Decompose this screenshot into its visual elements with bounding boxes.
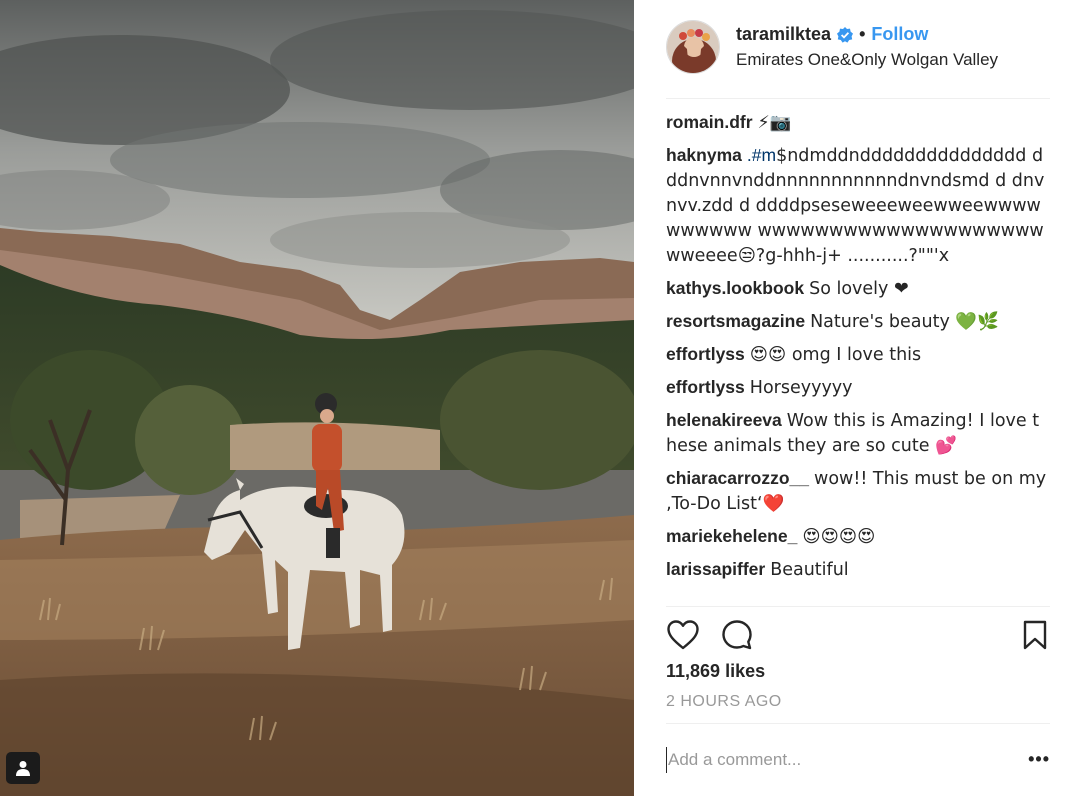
comment-text: ⚡📷 — [757, 113, 792, 133]
comment-text: 😍😍😍😍 — [802, 527, 876, 547]
post-location[interactable]: Emirates One&Only Wolgan Valley — [736, 50, 998, 70]
comment-author[interactable]: effortlyss — [666, 344, 745, 364]
comment-author[interactable]: resortsmagazine — [666, 311, 805, 331]
tagged-user-icon[interactable] — [6, 752, 40, 784]
comment-author[interactable]: helenakireeva — [666, 410, 782, 430]
comment-text: Horseyyyyy — [749, 378, 853, 398]
comment-item: resortsmagazine Nature's beauty 💚🌿 — [666, 309, 1050, 334]
more-options-button[interactable]: ••• — [1028, 749, 1050, 770]
post-timestamp[interactable]: 2 HOURS AGO — [666, 693, 782, 711]
header-divider — [666, 98, 1050, 99]
comment-item: haknyma .#m$ndmddnddddddddddddddd dddnvnn… — [666, 143, 1050, 268]
photo-scene — [0, 0, 634, 796]
comments-divider — [666, 606, 1050, 607]
comment-author[interactable]: haknyma — [666, 145, 742, 165]
comment-item: chiaracarrozzo__ wow!! This must be on my… — [666, 466, 1050, 516]
comment-item: romain.dfr ⚡📷 — [666, 110, 1050, 135]
avatar[interactable] — [666, 20, 720, 74]
comment-item: mariekehelene_ 😍😍😍😍 — [666, 524, 1050, 549]
post-photo[interactable] — [0, 0, 634, 796]
comment-bubble-icon[interactable] — [720, 618, 754, 652]
action-bar — [666, 618, 1050, 658]
likes-count[interactable]: 11,869 likes — [666, 661, 765, 682]
comment-item: kathys.lookbook So lovely ❤ — [666, 276, 1050, 301]
heart-icon[interactable] — [666, 618, 700, 652]
post-sidebar: taramilktea • Follow Emirates One&Only W… — [634, 0, 1080, 796]
comment-author[interactable]: mariekehelene_ — [666, 526, 797, 546]
comment-hashtag[interactable]: #m — [752, 145, 776, 165]
comment-item: effortlyss Horseyyyyy — [666, 375, 1050, 400]
post-username[interactable]: taramilktea — [736, 24, 831, 45]
composer-divider — [666, 723, 1050, 724]
follow-button[interactable]: Follow — [871, 24, 928, 45]
comment-text: Nature's beauty 💚🌿 — [810, 312, 999, 332]
bookmark-icon[interactable] — [1018, 618, 1052, 652]
comment-author[interactable]: chiaracarrozzo__ — [666, 468, 809, 488]
add-comment-input[interactable] — [666, 747, 996, 773]
comment-item: effortlyss 😍😍 omg I love this — [666, 342, 1050, 367]
comment-text: Beautiful — [770, 560, 849, 580]
separator-dot: • — [859, 24, 866, 44]
comment-author[interactable]: kathys.lookbook — [666, 278, 804, 298]
verified-badge-icon — [837, 26, 854, 43]
comment-item: helenakireeva Wow this is Amazing! I love… — [666, 408, 1050, 458]
comment-text: 😍😍 omg I love this — [749, 345, 922, 365]
comment-composer: ••• — [666, 747, 1050, 775]
post-header: taramilktea • Follow Emirates One&Only W… — [666, 18, 1050, 98]
comment-author[interactable]: larissapiffer — [666, 559, 765, 579]
comment-author[interactable]: romain.dfr — [666, 112, 753, 132]
comment-list: romain.dfr ⚡📷 haknyma .#m$ndmddndddddddddd… — [666, 110, 1050, 590]
comment-item: larissapiffer Beautiful — [666, 557, 1050, 582]
comment-text: So lovely ❤ — [809, 279, 909, 299]
comment-author[interactable]: effortlyss — [666, 377, 745, 397]
